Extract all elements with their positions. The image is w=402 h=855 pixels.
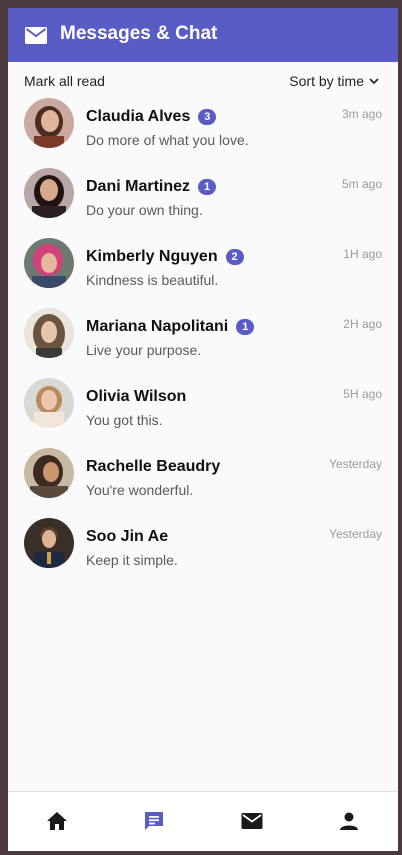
app-frame: Messages & Chat Mark all read Sort by ti…	[8, 8, 398, 851]
sort-dropdown[interactable]: Sort by time	[289, 73, 379, 89]
contact-name: Dani Martinez	[86, 178, 191, 195]
message-time: 5m ago	[341, 177, 382, 191]
unread-badge: 1	[236, 319, 255, 335]
message-time: 2H ago	[343, 317, 382, 331]
message-time: 3m ago	[341, 107, 382, 121]
avatar	[24, 238, 74, 288]
message-preview: You got this.	[86, 412, 163, 428]
contact-name: Mariana Napolitani	[86, 318, 229, 335]
profile-icon	[340, 812, 358, 830]
unread-badge: 2	[225, 249, 244, 265]
unread-badge: 3	[198, 109, 217, 125]
home-icon	[47, 812, 67, 830]
app-header: Messages & Chat	[8, 8, 398, 62]
message-row[interactable]: Kimberly Nguyen 2 1H ago Kindness is bea…	[8, 236, 398, 306]
message-row[interactable]: Mariana Napolitani 1 2H ago Live your pu…	[8, 306, 398, 376]
page-title: Messages & Chat	[60, 23, 218, 44]
nav-profile[interactable]	[337, 809, 361, 833]
message-time: 5H ago	[343, 387, 382, 401]
nav-mail[interactable]	[240, 809, 264, 833]
contact-name: Soo Jin Ae	[86, 528, 169, 545]
nav-chat[interactable]	[142, 809, 166, 833]
mail-icon	[25, 27, 47, 44]
avatar	[24, 518, 74, 568]
message-preview: You're wonderful.	[86, 482, 194, 498]
message-preview: Do your own thing.	[86, 202, 203, 218]
list-toolbar: Mark all read Sort by time	[8, 70, 398, 92]
avatar	[24, 98, 74, 148]
message-row[interactable]: Dani Martinez 1 5m ago Do your own thing…	[8, 166, 398, 236]
message-row[interactable]: Olivia Wilson 5H ago You got this.	[8, 376, 398, 446]
message-preview: Live your purpose.	[86, 342, 202, 358]
message-time: 1H ago	[343, 247, 382, 261]
message-list: Claudia Alves 3 3m ago Do more of what y…	[8, 96, 398, 586]
message-time: Yesterday	[329, 527, 382, 541]
unread-badge: 1	[198, 179, 217, 195]
bottom-navigation	[8, 791, 398, 851]
chevron-down-icon	[369, 77, 379, 84]
mark-all-read-button[interactable]: Mark all read	[24, 73, 105, 89]
message-time: Yesterday	[329, 457, 382, 471]
nav-home[interactable]	[45, 809, 69, 833]
message-preview: Keep it simple.	[86, 552, 178, 568]
message-preview: Do more of what you love.	[86, 132, 249, 148]
sort-label: Sort by time	[289, 73, 364, 89]
message-row[interactable]: Rachelle Beaudry Yesterday You're wonder…	[8, 446, 398, 516]
contact-name: Kimberly Nguyen	[86, 248, 218, 265]
avatar	[24, 448, 74, 498]
contact-name: Claudia Alves	[86, 108, 191, 125]
chat-icon	[145, 812, 163, 830]
contact-name: Olivia Wilson	[86, 388, 187, 405]
message-row[interactable]: Claudia Alves 3 3m ago Do more of what y…	[8, 96, 398, 166]
contact-name: Rachelle Beaudry	[86, 458, 221, 475]
message-preview: Kindness is beautiful.	[86, 272, 219, 288]
avatar	[24, 168, 74, 218]
message-row[interactable]: Soo Jin Ae Yesterday Keep it simple.	[8, 516, 398, 586]
avatar	[24, 308, 74, 358]
mail-icon	[241, 813, 263, 829]
avatar	[24, 378, 74, 428]
